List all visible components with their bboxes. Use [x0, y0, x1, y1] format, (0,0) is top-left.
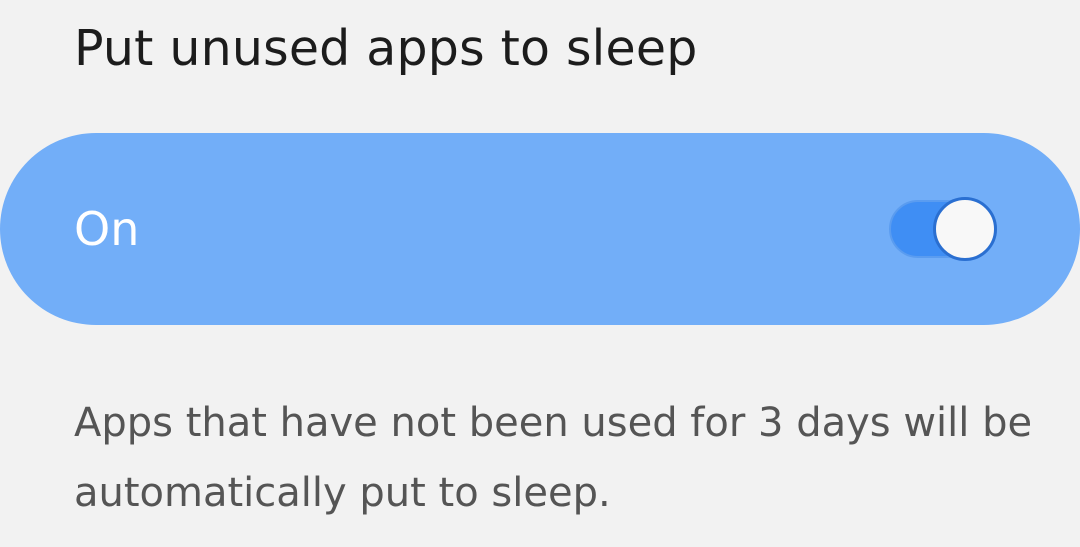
master-switch-bar[interactable]: On — [0, 133, 1080, 325]
toggle-thumb — [933, 197, 997, 261]
page-title: Put unused apps to sleep — [74, 20, 698, 77]
master-switch-label: On — [74, 202, 140, 256]
master-toggle-switch[interactable] — [889, 197, 1000, 261]
description-text: Apps that have not been used for 3 days … — [74, 400, 1033, 516]
